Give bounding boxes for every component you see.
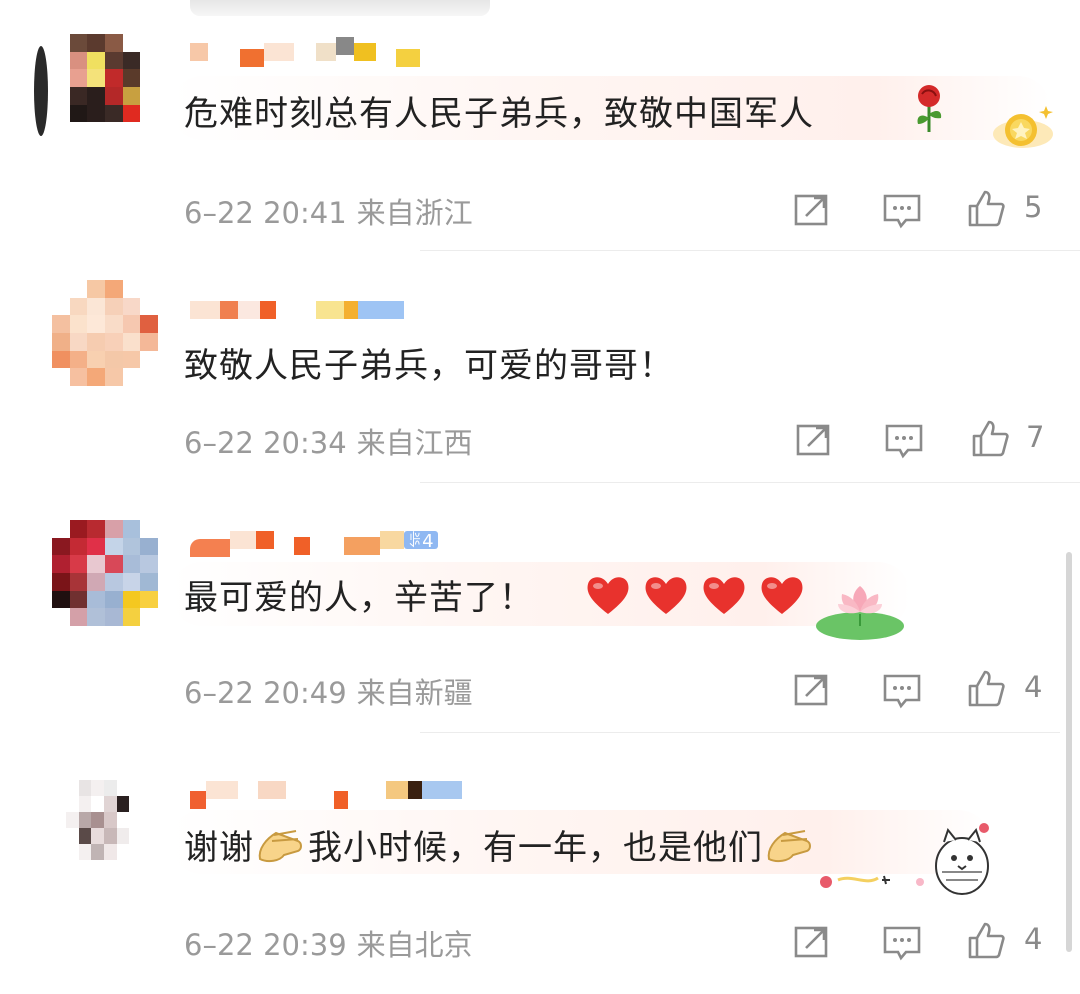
divider <box>420 250 1080 251</box>
comment-text-part2: 我小时候，有一年，也是他们 <box>308 828 763 868</box>
avatar[interactable] <box>52 280 158 386</box>
comment-button[interactable] <box>882 922 922 962</box>
like-button[interactable] <box>966 188 1006 228</box>
heart-emoji-icon <box>587 577 803 614</box>
avatar[interactable] <box>52 520 158 626</box>
comment-item: 危难时刻总有人民子弟兵，致敬中国军人 6–22 20:41 来自浙江 5 <box>0 34 1080 252</box>
comment-button[interactable] <box>884 420 924 460</box>
comment-item: 致敬人民子弟兵，可爱的哥哥！ 6–22 20:34 来自江西 7 <box>0 280 1080 490</box>
thumbs-up-icon <box>968 922 1005 959</box>
username-blurred[interactable] <box>190 292 404 328</box>
top-scroll-shadow <box>190 0 490 16</box>
like-count: 7 <box>1026 420 1045 454</box>
comment-text: 致敬人民子弟兵，可爱的哥哥！ <box>184 346 674 386</box>
repost-button[interactable] <box>792 922 832 962</box>
comment-meta: 6–22 20:39 来自北京 <box>184 922 473 964</box>
comment-meta: 6–22 20:34 来自江西 <box>184 420 473 462</box>
cat-sticker-icon <box>820 823 989 895</box>
repost-icon <box>794 926 828 958</box>
repost-icon <box>794 674 828 706</box>
medal-badge-icon <box>993 106 1053 148</box>
comment-icon <box>883 674 921 709</box>
divider <box>420 482 1080 483</box>
avatar-edge <box>34 46 48 136</box>
like-button[interactable] <box>970 418 1010 458</box>
like-count: 4 <box>1024 922 1043 956</box>
like-button[interactable] <box>966 668 1006 708</box>
comment-button[interactable] <box>882 670 922 710</box>
repost-icon <box>796 424 830 456</box>
comment-time: 6–22 20:39 <box>184 928 347 962</box>
lotus-sticker-icon <box>816 586 904 640</box>
repost-button[interactable] <box>792 190 832 230</box>
comment-time: 6–22 20:41 <box>184 196 347 230</box>
comment-meta: 6–22 20:41 来自浙江 <box>184 190 473 232</box>
comment-icon <box>883 194 921 229</box>
rose-emoji-icon <box>917 85 942 132</box>
comment-location: 来自新疆 <box>356 676 473 710</box>
divider <box>420 732 1060 733</box>
clap-emoji-icon <box>258 830 302 863</box>
username-blurred[interactable] <box>190 772 462 809</box>
thumbs-up-icon <box>972 420 1009 457</box>
comment-icon <box>883 926 921 961</box>
comment-time: 6–22 20:34 <box>184 426 347 460</box>
scrollbar[interactable] <box>1066 552 1072 952</box>
repost-icon <box>794 194 828 226</box>
comment-text-part1: 谢谢 <box>184 828 254 868</box>
username-blurred[interactable] <box>190 34 420 70</box>
username-blurred[interactable]: ꎀ4 <box>190 522 438 558</box>
like-count: 5 <box>1024 190 1043 224</box>
comment-button[interactable] <box>882 190 922 230</box>
level-badge: ꎀ4 <box>404 531 438 552</box>
comment-item: 谢谢 我小时候，有一年，也是他们 6–22 20:39 来自北京 4 <box>0 770 1080 990</box>
like-button[interactable] <box>966 920 1006 960</box>
comment-item: ꎀ4 最可爱的人，辛苦了！ 6–22 20:49 来自新疆 4 <box>0 520 1080 740</box>
comment-location: 来自江西 <box>356 426 473 460</box>
comment-meta: 6–22 20:49 来自新疆 <box>184 670 473 712</box>
comment-location: 来自北京 <box>356 928 473 962</box>
comment-text: 危难时刻总有人民子弟兵，致敬中国军人 <box>184 94 814 134</box>
repost-button[interactable] <box>792 670 832 710</box>
clap-emoji-icon <box>767 830 811 863</box>
comment-text: 谢谢 我小时候，有一年，也是他们 <box>184 820 817 869</box>
comment-icon <box>885 424 923 459</box>
thumbs-up-icon <box>968 190 1005 227</box>
comment-text: 最可爱的人，辛苦了！ <box>184 578 534 618</box>
comment-location: 来自浙江 <box>356 196 473 230</box>
like-count: 4 <box>1024 670 1043 704</box>
comment-time: 6–22 20:49 <box>184 676 347 710</box>
repost-button[interactable] <box>794 420 834 460</box>
thumbs-up-icon <box>968 670 1005 707</box>
avatar[interactable] <box>52 34 158 140</box>
avatar[interactable] <box>66 780 142 876</box>
